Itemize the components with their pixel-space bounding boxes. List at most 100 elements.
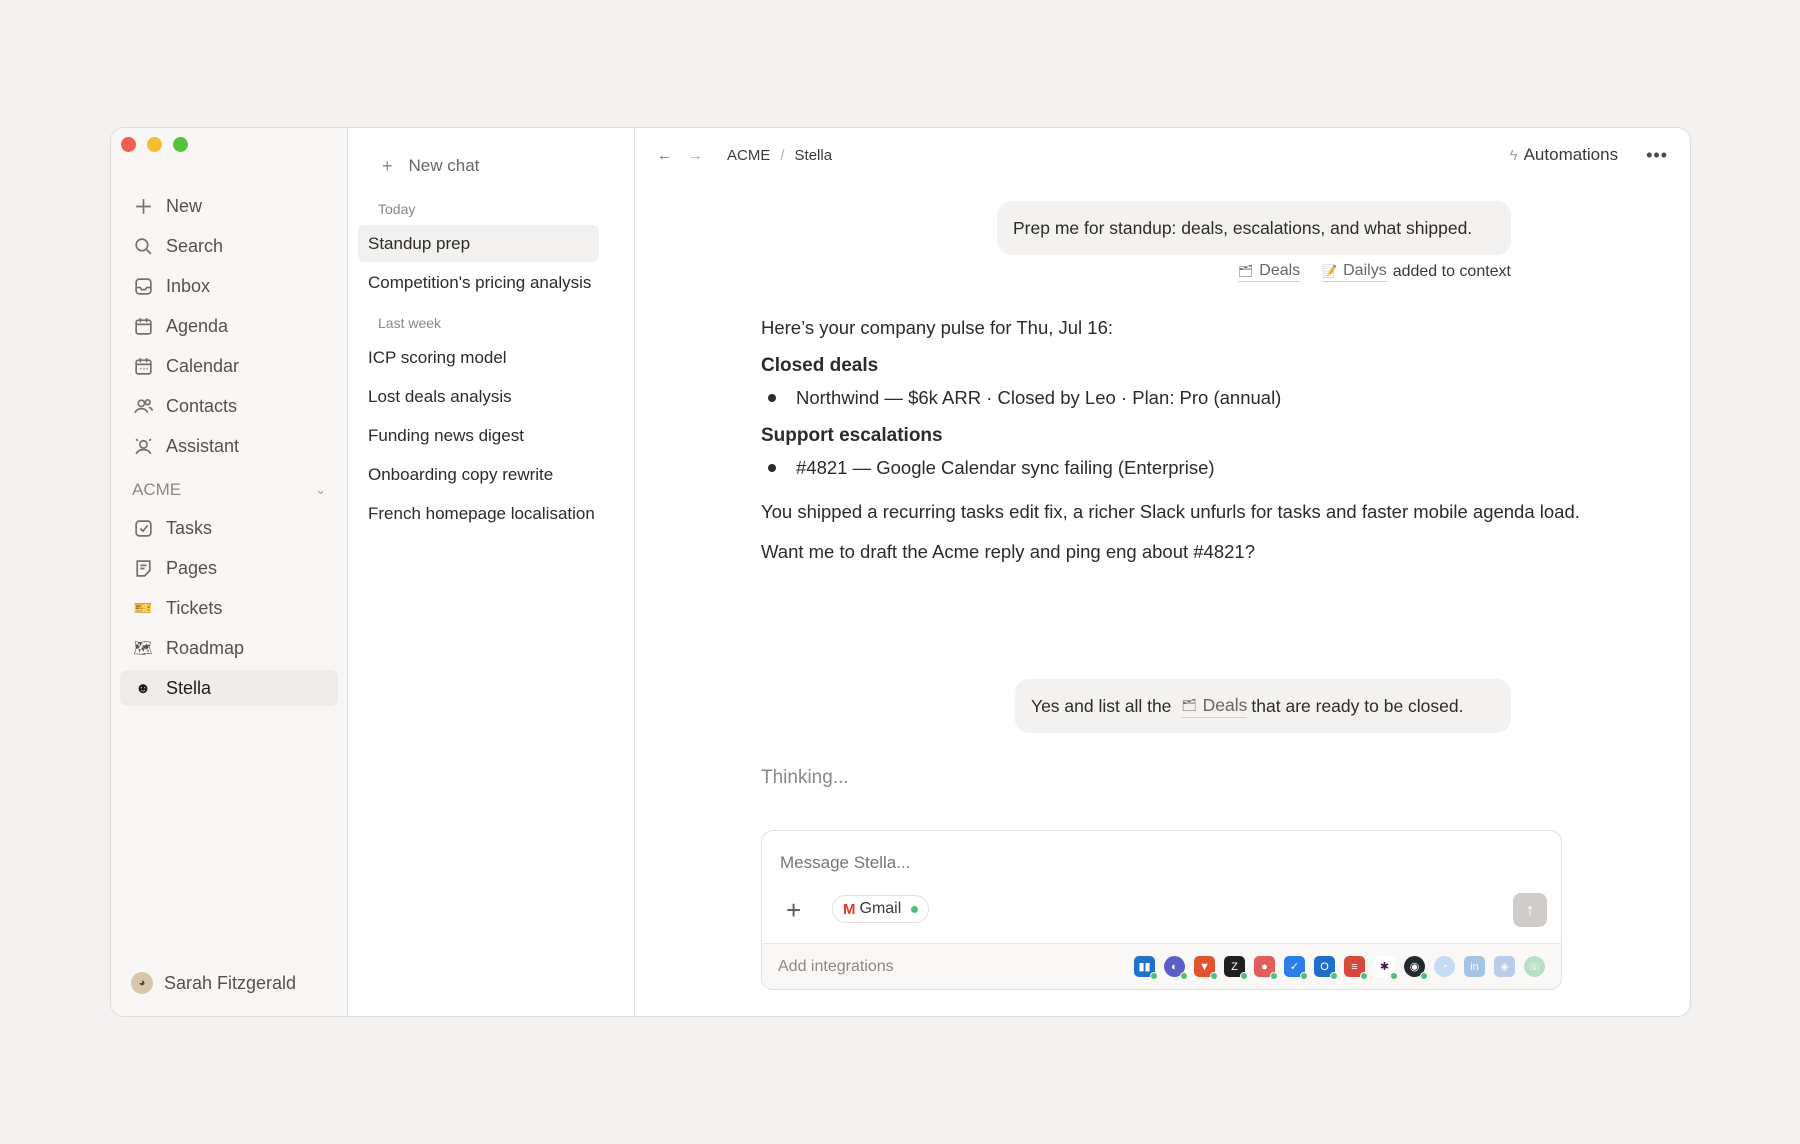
sidebar-item-contacts[interactable]: Contacts [120, 388, 338, 424]
sidebar-item-tickets[interactable]: 🎫 Tickets [120, 590, 338, 626]
list-item-text: #4821 — Google Calendar sync failing (En… [796, 457, 1215, 478]
integration-icons: ▮▮ ◐ ▼ Z ● ✓ O ≡ ✱ ◉ ◔ in ◈ ☏ [1134, 956, 1545, 980]
sidebar-item-label: Pages [166, 557, 218, 578]
sidebar-item-label: Search [166, 235, 224, 256]
sidebar-item-label: Assistant [166, 435, 240, 456]
linear-icon[interactable]: ◐ [1164, 956, 1188, 980]
app-icon[interactable]: ◈ [1494, 956, 1515, 977]
folder-icon: 🗂 [1238, 264, 1254, 278]
chat-item[interactable]: ICP scoring model [358, 339, 599, 376]
list-item: #4821 — Google Calendar sync failing (En… [761, 453, 1581, 483]
breadcrumb-workspace[interactable]: ACME [727, 147, 770, 164]
sidebar-item-new[interactable]: New [120, 188, 338, 224]
chat-item[interactable]: Onboarding copy rewrite [358, 456, 599, 493]
sidebar-item-label: Inbox [166, 275, 211, 296]
user-message-text: that are ready to be closed. [1251, 695, 1464, 716]
chevron-down-icon[interactable]: ⌄ [315, 482, 326, 498]
sidebar-item-label: New [166, 195, 203, 216]
workspace-section-header[interactable]: ACME ⌄ [120, 472, 338, 508]
sidebar-item-roadmap[interactable]: 🗺 Roadmap [120, 630, 338, 666]
app-window: New Search Inbox Agenda Calendar Contact… [110, 127, 1691, 1017]
whatsapp-icon[interactable]: ☏ [1524, 956, 1545, 977]
user-profile[interactable]: ◕ Sarah Fitzgerald [131, 972, 296, 994]
gmail-chip[interactable]: M Gmail [832, 895, 930, 923]
close-window-button[interactable] [121, 137, 136, 152]
workspace-name: ACME [132, 480, 182, 499]
agenda-icon [132, 315, 154, 337]
new-chat-button[interactable]: + New chat [358, 150, 624, 182]
top-bar: ← → ACME / Stella ϟ Automations ••• [657, 142, 1668, 168]
sidebar-item-label: Roadmap [166, 637, 245, 658]
gitlab-icon[interactable]: ▼ [1194, 956, 1218, 980]
contacts-icon [132, 395, 154, 417]
more-options-icon[interactable]: ••• [1646, 145, 1668, 166]
attach-plus-button[interactable]: + [786, 895, 801, 926]
asana-icon[interactable]: ● [1254, 956, 1278, 980]
slack-icon[interactable]: ✱ [1374, 956, 1398, 980]
sidebar-item-search[interactable]: Search [120, 228, 338, 264]
sidebar-item-inbox[interactable]: Inbox [120, 268, 338, 304]
chat-item[interactable]: Competition's pricing analysis [358, 264, 599, 301]
gmail-chip-label: Gmail [859, 900, 902, 917]
sidebar-nav: New Search Inbox Agenda Calendar Contact… [120, 188, 338, 710]
calendar-icon [132, 355, 154, 377]
escalations-heading: Support escalations [761, 425, 943, 446]
folder-icon: 🗂 [1181, 698, 1197, 712]
message-input[interactable] [780, 853, 1480, 873]
sidebar-item-tasks[interactable]: Tasks [120, 510, 338, 546]
closed-deals-heading: Closed deals [761, 355, 879, 376]
check-icon[interactable]: ✓ [1284, 956, 1308, 980]
todoist-icon[interactable]: ≡ [1344, 956, 1368, 980]
linkedin-icon[interactable]: in [1464, 956, 1485, 977]
back-arrow-icon[interactable]: ← [657, 147, 672, 164]
list-item: Northwind — $6k ARR · Closed by Leo · Pl… [761, 383, 1581, 413]
context-tag-deals[interactable]: 🗂 Deals [1238, 262, 1301, 282]
roadmap-icon: 🗺 [133, 640, 153, 657]
integrations-bar: Add integrations ▮▮ ◐ ▼ Z ● ✓ O ≡ ✱ ◉ ◔ … [762, 943, 1561, 989]
chat-item[interactable]: French homepage localisation [358, 495, 599, 532]
context-tag-label: Deals [1259, 262, 1301, 279]
bullet-icon [768, 464, 776, 472]
pages-icon [132, 557, 154, 579]
context-tag-dailys[interactable]: 📝 Dailys [1322, 262, 1387, 282]
plus-icon [132, 195, 154, 217]
group-label-today: Today [378, 201, 416, 217]
trello-icon[interactable]: ▮▮ [1134, 956, 1158, 980]
chat-item[interactable]: Funding news digest [358, 417, 599, 454]
maximize-window-button[interactable] [173, 137, 188, 152]
send-button[interactable]: ↑ [1513, 893, 1547, 927]
sidebar-item-pages[interactable]: Pages [120, 550, 338, 586]
new-chat-label: New chat [408, 156, 480, 175]
inline-tag-deals[interactable]: 🗂 Deals [1181, 695, 1248, 718]
sidebar-item-assistant[interactable]: Assistant [120, 428, 338, 464]
chat-main: ← → ACME / Stella ϟ Automations ••• Prep… [635, 128, 1690, 1016]
user-message: Yes and list all the 🗂 Deals that are rea… [1015, 679, 1511, 733]
context-suffix: added to context [1392, 263, 1511, 280]
zendesk-icon[interactable]: Z [1224, 956, 1248, 980]
automations-button[interactable]: Automations [1524, 145, 1619, 165]
sidebar-item-label: Stella [166, 677, 212, 698]
outlook-icon[interactable]: O [1314, 956, 1338, 980]
sidebar-item-label: Tickets [166, 597, 223, 618]
list-item-text: Northwind — $6k ARR · Closed by Leo · Pl… [796, 387, 1282, 408]
window-controls [121, 137, 188, 152]
sidebar-item-calendar[interactable]: Calendar [120, 348, 338, 384]
sidebar-item-stella[interactable]: ☻ Stella [120, 670, 338, 706]
sidebar-item-agenda[interactable]: Agenda [120, 308, 338, 344]
chat-list: + New chat Today Standup prep Competitio… [348, 128, 635, 1016]
assistant-icon [132, 435, 154, 457]
user-message-text: Yes and list all the [1031, 695, 1172, 716]
forward-arrow-icon[interactable]: → [688, 147, 703, 164]
app-icon[interactable]: ◔ [1434, 956, 1455, 977]
chat-item[interactable]: Lost deals analysis [358, 378, 599, 415]
minimize-window-button[interactable] [147, 137, 162, 152]
sidebar-item-label: Tasks [166, 517, 213, 538]
thinking-indicator: Thinking... [761, 767, 849, 788]
bolt-icon: ϟ [1509, 146, 1518, 164]
github-icon[interactable]: ◉ [1404, 956, 1428, 980]
add-integrations-link[interactable]: Add integrations [778, 958, 894, 976]
inbox-icon [132, 275, 154, 297]
assistant-message: Here’s your company pulse for Thu, Jul 1… [761, 313, 1581, 567]
chat-item[interactable]: Standup prep [358, 225, 599, 262]
sidebar-item-label: Contacts [166, 395, 238, 416]
